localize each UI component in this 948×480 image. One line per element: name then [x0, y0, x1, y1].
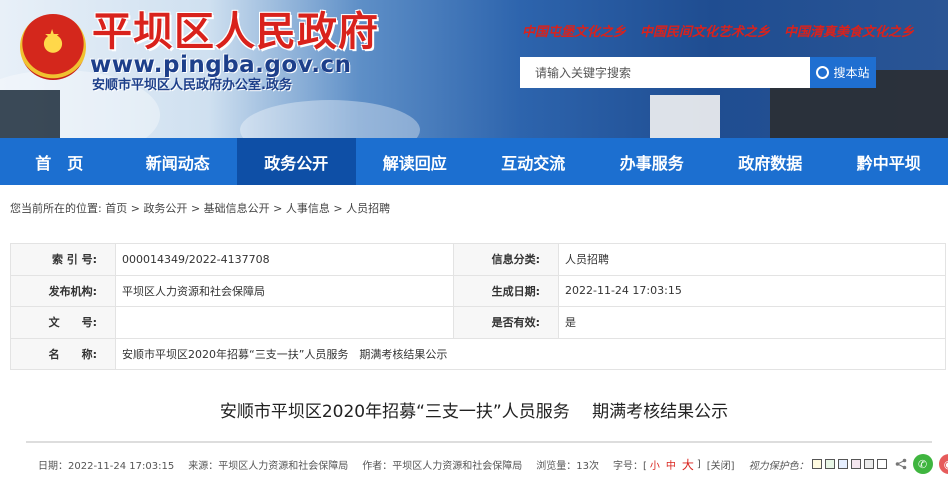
name-value: 安顺市平坝区2020年招募“三支一扶”人员服务 期满考核结果公示 [115, 337, 946, 370]
table-row: 索 引 号: 000014349/2022-4137708 信息分类: 人员招聘 [10, 243, 946, 276]
font-small-button[interactable]: 小 [650, 457, 660, 472]
site-title: 平坝区人民政府 [92, 9, 379, 55]
wechat-share-icon[interactable]: ✆ [912, 454, 933, 474]
info-table: 索 引 号: 000014349/2022-4137708 信息分类: 人员招聘… [10, 243, 946, 370]
slogan-1: 中国屯堡文化之乡 [522, 25, 627, 40]
color-swatch-1[interactable] [811, 459, 822, 469]
slogan-2: 中国民间文化艺术之乡 [640, 25, 771, 40]
breadcrumb-gov-affairs[interactable]: 政务公开 [143, 202, 187, 215]
site-url: www.pingba.gov.cn [90, 52, 352, 78]
meta-date: 日期：2022-11-24 17:03:15 [38, 460, 175, 472]
name-label: 名 称: [10, 337, 116, 370]
meta-source: 来源：平坝区人力资源和社会保障局 [188, 460, 349, 472]
color-swatch-5[interactable] [863, 459, 874, 469]
breadcrumb-sep: > [130, 202, 140, 215]
font-medium-button[interactable]: 中 [666, 457, 676, 472]
search-bar: 搜本站 [520, 57, 876, 88]
font-large-button[interactable]: 大 [682, 456, 694, 473]
nav-qianzhong[interactable]: 黔中平坝 [830, 138, 948, 185]
date-value: 2022-11-24 17:03:15 [558, 274, 946, 307]
publisher-label: 发布机构: [10, 274, 116, 307]
category-value: 人员招聘 [558, 243, 946, 276]
site-header: ★ 平坝区人民政府 www.pingba.gov.cn 安顺市平坝区人民政府办公… [0, 0, 948, 138]
breadcrumb-sep: > [190, 202, 201, 215]
valid-value: 是 [558, 306, 946, 339]
main-nav: 首 页 新闻动态 政务公开 解读回应 互动交流 办事服务 政府数据 黔中平坝 [0, 138, 948, 185]
breadcrumb-home[interactable]: 首页 [105, 202, 127, 215]
nav-gov-data[interactable]: 政府数据 [711, 138, 830, 185]
vision-protect-label: 视力保护色： [748, 460, 809, 472]
slogan-3: 中国清真美食文化之乡 [784, 25, 915, 40]
color-swatch-2[interactable] [824, 459, 835, 469]
font-size-label: 字号：[ [612, 460, 647, 472]
breadcrumb-basic-info[interactable]: 基础信息公开 [204, 202, 270, 215]
docno-label: 文 号: [10, 306, 116, 339]
close-button[interactable]: [关闭] [707, 457, 735, 472]
breadcrumb-personnel[interactable]: 人事信息 [286, 202, 330, 215]
document-title: 安顺市平坝区2020年招募“三支一扶”人员服务 期满考核结果公示 [219, 402, 729, 422]
national-emblem-icon: ★ [20, 14, 86, 80]
table-row: 名 称: 安顺市平坝区2020年招募“三支一扶”人员服务 期满考核结果公示 [10, 337, 946, 370]
weibo-share-icon[interactable]: ◉ [938, 454, 948, 474]
valid-label: 是否有效: [453, 306, 559, 339]
color-swatch-6[interactable] [876, 459, 887, 469]
table-row: 文 号: 是否有效: 是 [10, 306, 946, 339]
nav-gov-affairs[interactable]: 政务公开 [237, 138, 356, 185]
nav-news[interactable]: 新闻动态 [119, 138, 238, 185]
breadcrumb-recruitment[interactable]: 人员招聘 [346, 202, 390, 215]
site-subtitle: 安顺市平坝区人民政府办公室.政务 [92, 78, 292, 93]
share-icon[interactable] [895, 458, 907, 470]
meta-views: 浏览量：13次 [536, 460, 599, 472]
color-swatch-4[interactable] [850, 459, 861, 469]
search-input[interactable] [520, 57, 810, 88]
meta-author: 作者：平坝区人力资源和社会保障局 [362, 460, 523, 472]
slogans: 中国屯堡文化之乡 中国民间文化艺术之乡 中国清真美食文化之乡 [522, 25, 914, 41]
nav-home[interactable]: 首 页 [0, 138, 119, 185]
breadcrumb-sep: > [273, 202, 283, 215]
color-swatch-3[interactable] [837, 459, 848, 469]
breadcrumb-sep: > [333, 202, 343, 215]
nav-interpretation[interactable]: 解读回应 [356, 138, 475, 185]
search-icon [816, 66, 830, 79]
breadcrumb: 您当前所在的位置: 首页 > 政务公开 > 基础信息公开 > 人事信息 > 人员… [0, 199, 948, 219]
date-label: 生成日期: [453, 274, 559, 307]
docno-value [115, 306, 454, 339]
index-value: 000014349/2022-4137708 [115, 243, 454, 276]
nav-services[interactable]: 办事服务 [593, 138, 712, 185]
font-size-end: ] [696, 458, 701, 470]
article-meta: 日期：2022-11-24 17:03:15 来源：平坝区人力资源和社会保障局 … [38, 454, 948, 474]
nav-interaction[interactable]: 互动交流 [474, 138, 593, 185]
search-button-label: 搜本站 [833, 66, 870, 80]
table-row: 发布机构: 平坝区人力资源和社会保障局 生成日期: 2022-11-24 17:… [10, 274, 946, 307]
category-label: 信息分类: [453, 243, 559, 276]
index-label: 索 引 号: [10, 243, 116, 276]
divider [26, 441, 932, 443]
breadcrumb-prefix: 您当前所在的位置: [10, 202, 102, 215]
search-button[interactable]: 搜本站 [810, 57, 876, 88]
publisher-value: 平坝区人力资源和社会保障局 [115, 274, 454, 307]
